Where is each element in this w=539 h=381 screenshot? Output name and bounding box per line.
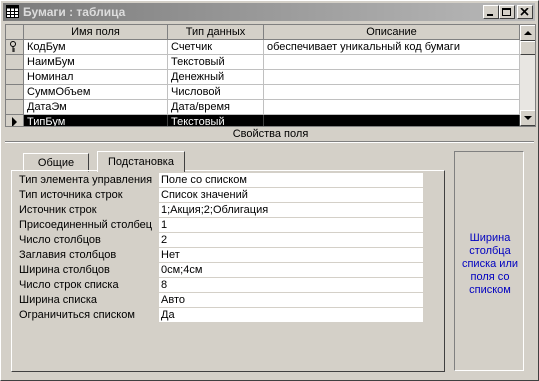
table-row[interactable]: ДатаЭм Дата/время — [6, 100, 520, 115]
property-label: Заглавия столбцов — [19, 249, 117, 261]
row-selector[interactable] — [6, 40, 24, 55]
data-type-cell[interactable]: Дата/время — [168, 100, 264, 115]
row-selector[interactable] — [6, 55, 24, 70]
property-help-box: Ширина столбца списка или поля со списко… — [454, 151, 524, 371]
field-name-cell[interactable]: КодБум — [24, 40, 168, 55]
property-row[interactable]: Ширина списка Авто — [19, 293, 423, 308]
field-grid[interactable]: Имя поля Тип данных Описание КодБум Счет… — [5, 24, 536, 127]
property-label: Число строк списка — [19, 279, 119, 291]
row-selector[interactable] — [6, 115, 24, 126]
description-cell[interactable] — [264, 55, 520, 70]
property-label: Присоединенный столбец — [19, 219, 153, 231]
table-row[interactable]: НаимБум Текстовый — [6, 55, 520, 70]
property-label: Тип элемента управления — [19, 174, 153, 186]
property-value[interactable]: 1;Акция;2;Облигация — [159, 203, 423, 218]
title-bar[interactable]: Бумаги : таблица — [3, 3, 535, 21]
table-icon — [6, 5, 19, 18]
scroll-up-button[interactable] — [520, 25, 535, 41]
data-type-cell[interactable]: Счетчик — [168, 40, 264, 55]
header-description[interactable]: Описание — [264, 25, 520, 40]
scroll-down-arrow-icon — [524, 116, 532, 120]
maximize-button[interactable] — [499, 5, 515, 19]
field-name-cell[interactable]: СуммОбъем — [24, 85, 168, 100]
property-row[interactable]: Источник строк 1;Акция;2;Облигация — [19, 203, 423, 218]
description-cell[interactable] — [264, 115, 520, 126]
table-row[interactable]: КодБум Счетчик обеспечивает уникальный к… — [6, 40, 520, 55]
row-selector[interactable] — [6, 85, 24, 100]
property-value[interactable]: 8 — [159, 278, 423, 293]
property-value[interactable]: 0см;4см — [159, 263, 423, 278]
property-label: Тип источника строк — [19, 189, 123, 201]
table-design-window: Бумаги : таблица Имя поля Тип данных Опи… — [0, 0, 539, 381]
property-label: Источник строк — [19, 204, 97, 216]
close-icon — [520, 8, 529, 16]
scroll-down-button[interactable] — [520, 110, 535, 126]
description-cell[interactable] — [264, 100, 520, 115]
field-name-cell[interactable]: ТипБум — [24, 115, 168, 126]
data-type-cell[interactable]: Числовой — [168, 85, 264, 100]
property-value[interactable]: Список значений — [159, 188, 423, 203]
field-properties-title: Свойства поля — [232, 128, 309, 140]
grid-vertical-scrollbar[interactable] — [520, 25, 535, 126]
property-value[interactable]: Нет — [159, 248, 423, 263]
property-label: Ширина списка — [19, 294, 98, 306]
minimize-button[interactable] — [483, 5, 499, 19]
primary-key-icon — [10, 41, 16, 52]
header-selector — [6, 25, 24, 40]
header-field-name[interactable]: Имя поля — [24, 25, 168, 40]
property-help-text: Ширина столбца списка или поля со списко… — [461, 232, 519, 296]
field-name-cell[interactable]: НаимБум — [24, 55, 168, 70]
header-data-type[interactable]: Тип данных — [168, 25, 264, 40]
property-label: Ширина столбцов — [19, 264, 110, 276]
scroll-thumb[interactable] — [520, 41, 535, 55]
table-row[interactable]: СуммОбъем Числовой — [6, 85, 520, 100]
property-row[interactable]: Заглавия столбцов Нет — [19, 248, 423, 263]
description-cell[interactable]: обеспечивает уникальный код бумаги — [264, 40, 520, 55]
row-selector[interactable] — [6, 70, 24, 85]
description-cell[interactable] — [264, 85, 520, 100]
property-row[interactable]: Число строк списка 8 — [19, 278, 423, 293]
property-label: Число столбцов — [19, 234, 101, 246]
window-title: Бумаги : таблица — [23, 5, 126, 19]
property-row[interactable]: Тип источника строк Список значений — [19, 188, 423, 203]
field-name-cell[interactable]: Номинал — [24, 70, 168, 85]
property-row[interactable]: Число столбцов 2 — [19, 233, 423, 248]
table-row-selected[interactable]: ТипБум Текстовый — [6, 115, 520, 126]
property-row[interactable]: Присоединенный столбец 1 — [19, 218, 423, 233]
minimize-icon — [487, 14, 493, 16]
grid-header-row: Имя поля Тип данных Описание — [6, 25, 520, 40]
property-row[interactable]: Ограничиться списком Да — [19, 308, 423, 323]
property-value[interactable]: Да — [159, 308, 423, 323]
data-type-cell[interactable]: Текстовый — [168, 115, 264, 126]
description-cell[interactable] — [264, 70, 520, 85]
data-type-cell[interactable]: Денежный — [168, 70, 264, 85]
property-value[interactable]: 2 — [159, 233, 423, 248]
table-row[interactable]: Номинал Денежный — [6, 70, 520, 85]
property-row-active[interactable]: Ширина столбцов 0см;4см — [19, 263, 423, 278]
scroll-up-arrow-icon — [524, 31, 532, 35]
data-type-cell[interactable]: Текстовый — [168, 55, 264, 70]
property-label: Ограничиться списком — [19, 309, 135, 321]
property-value[interactable]: 1 — [159, 218, 423, 233]
maximize-icon — [502, 8, 511, 16]
tab-lookup[interactable]: Подстановка — [97, 151, 185, 172]
field-name-cell[interactable]: ДатаЭм — [24, 100, 168, 115]
property-row[interactable]: Тип элемента управления Поле со списком — [19, 173, 423, 188]
property-value[interactable]: Поле со списком — [159, 173, 423, 188]
property-value[interactable]: Авто — [159, 293, 423, 308]
current-row-arrow-icon — [12, 117, 17, 126]
section-divider — [5, 141, 534, 143]
close-button[interactable] — [517, 5, 533, 19]
row-selector[interactable] — [6, 100, 24, 115]
